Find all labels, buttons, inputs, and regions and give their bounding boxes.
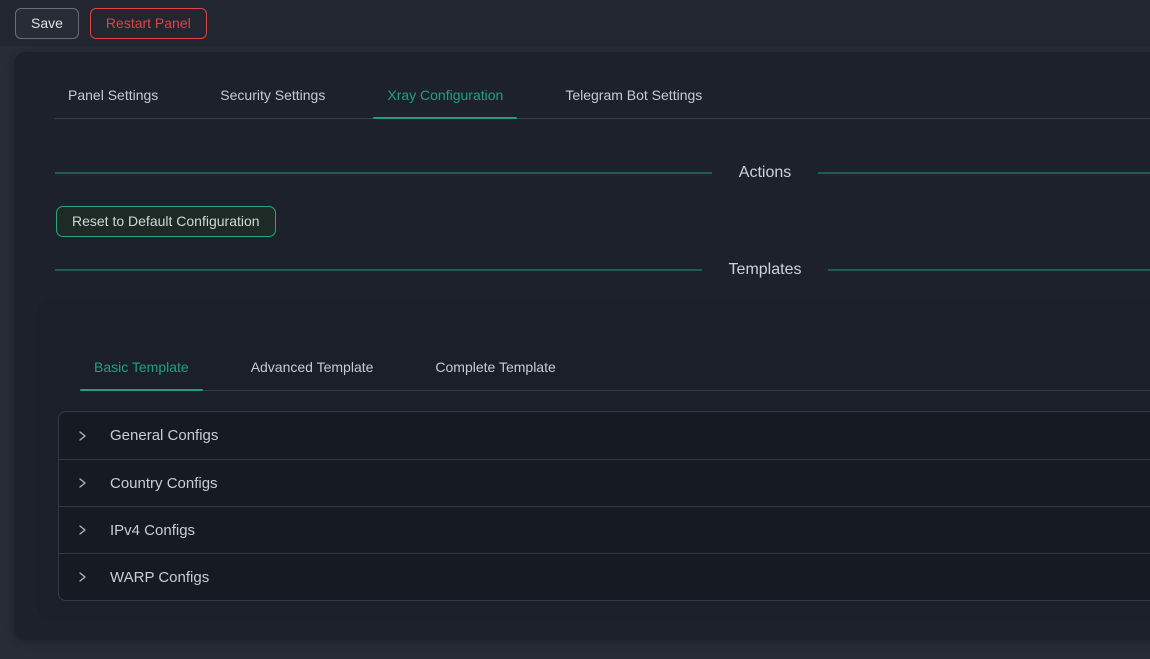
tab-complete-template[interactable]: Complete Template: [421, 348, 569, 390]
tab-telegram-bot-settings[interactable]: Telegram Bot Settings: [551, 76, 716, 118]
templates-card: Basic Template Advanced Template Complet…: [36, 300, 1150, 619]
templates-divider: Templates: [55, 260, 1150, 279]
collapse-header-label: WARP Configs: [110, 569, 209, 586]
chevron-right-icon: [76, 477, 88, 489]
collapse-header-label: IPv4 Configs: [110, 522, 195, 539]
chevron-right-icon: [76, 571, 88, 583]
reset-default-configuration-button[interactable]: Reset to Default Configuration: [56, 206, 276, 237]
top-toolbar: Save Restart Panel: [0, 0, 1150, 46]
tab-panel-settings[interactable]: Panel Settings: [54, 76, 172, 118]
configs-collapse-list: General Configs Country Configs: [58, 411, 1150, 601]
actions-divider: Actions: [55, 163, 1150, 182]
chevron-right-icon: [76, 430, 88, 442]
settings-tabbar: Panel Settings Security Settings Xray Co…: [54, 76, 1150, 119]
tab-xray-configuration[interactable]: Xray Configuration: [373, 76, 517, 118]
page: Save Restart Panel Panel Settings Securi…: [0, 0, 1150, 659]
tab-basic-template[interactable]: Basic Template: [80, 348, 203, 390]
restart-panel-button[interactable]: Restart Panel: [90, 8, 207, 39]
collapse-general-configs[interactable]: General Configs: [59, 412, 1150, 459]
save-button[interactable]: Save: [15, 8, 79, 39]
collapse-header-label: General Configs: [110, 427, 218, 444]
actions-divider-label: Actions: [739, 163, 791, 182]
chevron-right-icon: [76, 524, 88, 536]
tab-advanced-template[interactable]: Advanced Template: [237, 348, 388, 390]
collapse-warp-configs[interactable]: WARP Configs: [59, 553, 1150, 600]
templates-tabbar: Basic Template Advanced Template Complet…: [80, 348, 1150, 391]
templates-divider-label: Templates: [729, 260, 802, 279]
tab-security-settings[interactable]: Security Settings: [206, 76, 339, 118]
settings-card: Panel Settings Security Settings Xray Co…: [14, 52, 1150, 640]
collapse-header-label: Country Configs: [110, 475, 218, 492]
collapse-country-configs[interactable]: Country Configs: [59, 459, 1150, 506]
collapse-ipv4-configs[interactable]: IPv4 Configs: [59, 506, 1150, 553]
